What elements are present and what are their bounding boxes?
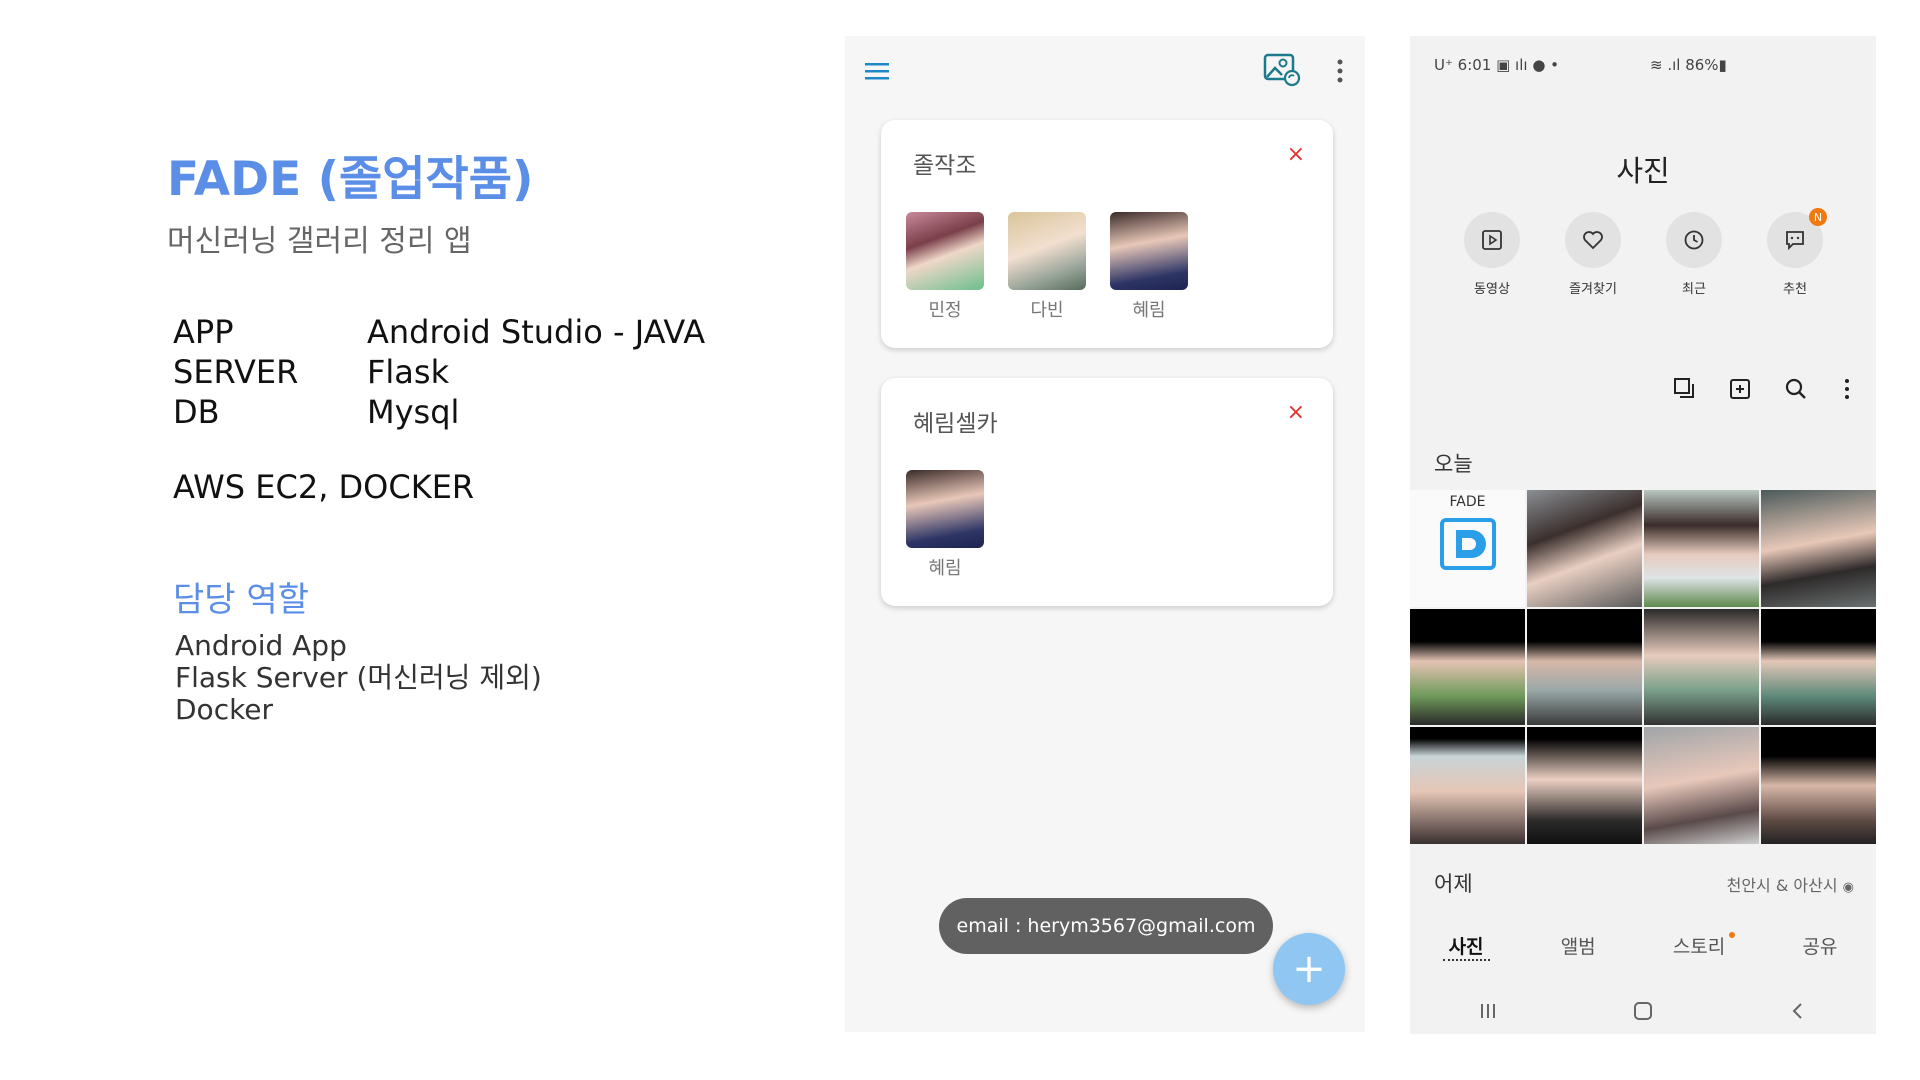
photo-thumb[interactable] (1410, 608, 1525, 726)
add-group-button[interactable]: + (1273, 933, 1345, 1005)
stack-key: DB (173, 393, 220, 431)
bottom-tab-bar: 사진 앨범 스토리 공유 (1410, 932, 1876, 961)
new-badge: N (1809, 208, 1827, 226)
person-item[interactable]: 혜림 (905, 470, 985, 580)
photo-thumb[interactable] (1527, 608, 1642, 726)
add-image-icon[interactable] (1728, 376, 1754, 402)
photo-thumb[interactable] (1761, 727, 1876, 844)
stack-key: APP (173, 313, 234, 351)
person-name: 민정 (928, 300, 962, 321)
group-card[interactable]: 졸작조 × 민정 다빈 혜림 (881, 120, 1333, 348)
photo-thumb[interactable]: FADE (1410, 490, 1525, 607)
stack-value: Flask (367, 353, 450, 391)
fade-app-screen: 졸작조 × 민정 다빈 혜림 혜림셀카 × 혜림 email : herym35… (845, 36, 1365, 1032)
quick-video[interactable]: 동영상 (1452, 212, 1532, 297)
tab-photos[interactable]: 사진 (1442, 932, 1490, 961)
project-subtitle: 머신러닝 갤러리 정리 앱 (167, 224, 472, 259)
video-icon (1464, 212, 1520, 268)
photo-thumb[interactable] (1410, 727, 1525, 844)
person-name: 다빈 (1030, 300, 1064, 321)
quick-recent[interactable]: 최근 (1654, 212, 1734, 297)
status-bar-right: ≋ .ıl 86%▮ (1650, 56, 1727, 74)
close-icon[interactable]: × (1287, 142, 1305, 167)
photo-thumb[interactable] (1644, 727, 1759, 844)
face-thumbnail (906, 212, 984, 290)
gallery-sync-icon[interactable] (1263, 53, 1301, 87)
quick-favorites[interactable]: 즐겨찾기 (1553, 212, 1633, 297)
photo-thumb[interactable] (1527, 490, 1642, 607)
more-vert-icon[interactable] (1335, 56, 1345, 86)
project-title: FADE (졸업작품) (167, 152, 534, 207)
stack-row-app: APP Android Studio - JAVA (173, 312, 705, 352)
quick-label: 동영상 (1474, 282, 1510, 297)
quick-label: 최근 (1682, 282, 1706, 297)
person-item[interactable]: 다빈 (1007, 212, 1087, 322)
quick-suggest[interactable]: N 추천 (1755, 208, 1835, 297)
tab-sharing[interactable]: 공유 (1796, 932, 1843, 961)
recent-apps-icon[interactable] (1458, 996, 1518, 1026)
photo-thumb[interactable] (1527, 727, 1642, 844)
stack-key: SERVER (173, 353, 299, 391)
stack-row-db: DB Mysql (173, 392, 705, 432)
back-icon[interactable] (1768, 996, 1828, 1026)
select-icon[interactable] (1672, 376, 1698, 402)
group-title: 졸작조 (913, 153, 977, 179)
system-nav-bar (1410, 996, 1876, 1026)
person-item[interactable]: 민정 (905, 212, 985, 322)
location-text: 천안시 & 아산시 (1726, 876, 1838, 895)
phone-gallery-screen: U⁺ 6:01 ▣ ılı ● • ≋ .ıl 86%▮ 사진 동영상 즐겨찾기… (1410, 36, 1876, 1034)
fade-thumb-title: FADE (1449, 494, 1486, 510)
role-title: 담당 역할 (173, 580, 309, 620)
infra-text: AWS EC2, DOCKER (173, 468, 475, 506)
close-icon[interactable]: × (1287, 400, 1305, 425)
face-thumbnail (906, 470, 984, 548)
stack-value: Mysql (367, 393, 460, 431)
notification-dot (1729, 932, 1736, 938)
role-item: Android App (175, 629, 347, 662)
tab-stories-label: 스토리 (1672, 936, 1726, 958)
location-pin-icon: ◉ (1842, 880, 1854, 895)
face-thumbnail (1008, 212, 1086, 290)
gallery-title: 사진 (1616, 154, 1670, 188)
search-icon[interactable] (1783, 376, 1809, 402)
photo-thumb[interactable] (1644, 490, 1759, 607)
suggest-icon: N (1767, 208, 1827, 268)
person-name: 혜림 (928, 558, 962, 579)
stack-row-server: SERVER Flask (173, 352, 705, 392)
section-yesterday: 어제 (1434, 872, 1473, 896)
quick-label: 추천 (1783, 282, 1807, 297)
photo-thumb[interactable] (1644, 608, 1759, 726)
quick-label: 즐겨찾기 (1569, 282, 1617, 297)
face-thumbnail (1110, 212, 1188, 290)
tab-stories[interactable]: 스토리 (1667, 932, 1736, 961)
photo-grid: FADE (1410, 490, 1876, 844)
group-card[interactable]: 혜림셀카 × 혜림 (881, 378, 1333, 606)
photo-thumb[interactable] (1761, 608, 1876, 726)
home-icon[interactable] (1613, 996, 1673, 1026)
tech-stack: APP Android Studio - JAVA SERVER Flask D… (173, 312, 705, 432)
location-label: 천안시 & 아산시 ◉ (1727, 872, 1854, 896)
menu-icon[interactable] (865, 60, 891, 82)
more-vert-icon[interactable] (1834, 376, 1860, 402)
heart-icon (1565, 212, 1621, 268)
role-item: Docker (175, 693, 274, 726)
role-list: Android App Flask Server (머신러닝 제외) Docke… (175, 630, 542, 726)
person-name: 혜림 (1132, 300, 1166, 321)
status-bar-left: U⁺ 6:01 ▣ ılı ● • (1434, 56, 1560, 74)
section-today: 오늘 (1434, 452, 1473, 476)
person-item[interactable]: 혜림 (1109, 212, 1189, 322)
photo-thumb[interactable] (1761, 490, 1876, 607)
fade-logo-icon (1439, 518, 1496, 570)
email-toast: email : herym3567@gmail.com (939, 898, 1273, 954)
stack-value: Android Studio - JAVA (367, 313, 706, 351)
clock-icon (1666, 212, 1722, 268)
tab-albums[interactable]: 앨범 (1555, 932, 1602, 961)
role-item: Flask Server (머신러닝 제외) (175, 661, 542, 694)
group-title: 혜림셀카 (913, 411, 998, 437)
